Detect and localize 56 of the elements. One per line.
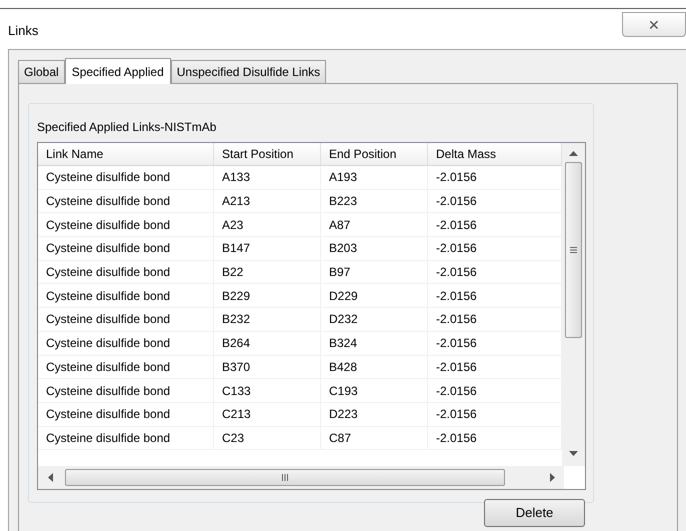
table-cell: B324 xyxy=(321,332,428,354)
table-cell: Cysteine disulfide bond xyxy=(38,308,214,331)
tab[interactable]: Global xyxy=(18,60,65,83)
tab[interactable]: Unspecified Disulfide Links xyxy=(170,60,326,83)
table-cell: A213 xyxy=(214,190,321,212)
delete-button[interactable]: Delete xyxy=(484,499,585,527)
table-cell: D223 xyxy=(321,402,428,426)
column-header[interactable]: Link Name xyxy=(38,143,214,165)
table-cell: B97 xyxy=(321,260,428,284)
horizontal-scrollbar[interactable] xyxy=(38,466,564,489)
table-cell: A87 xyxy=(321,213,428,236)
table-cell: B232 xyxy=(214,308,321,331)
table-cell: B147 xyxy=(214,237,321,260)
scroll-down-icon[interactable] xyxy=(569,451,578,456)
table-cell: Cysteine disulfide bond xyxy=(38,284,214,308)
table-cell: Cysteine disulfide bond xyxy=(38,166,214,189)
table-cell: C133 xyxy=(214,379,321,402)
scroll-up-icon[interactable] xyxy=(569,151,578,156)
table-cell: B264 xyxy=(214,332,321,354)
table-cell: A23 xyxy=(214,213,321,236)
table-cell: C213 xyxy=(214,402,321,426)
column-header[interactable]: Start Position xyxy=(214,143,321,165)
table-cell: Cysteine disulfide bond xyxy=(38,190,214,212)
table-cell: C23 xyxy=(214,426,321,450)
window-title: Links xyxy=(8,22,38,40)
table-cell: B22 xyxy=(214,260,321,284)
grip-icon xyxy=(570,247,577,253)
table-cell: Cysteine disulfide bond xyxy=(38,426,214,450)
table-cell: Cysteine disulfide bond xyxy=(38,213,214,236)
scrollbar-thumb[interactable] xyxy=(565,162,582,338)
table-cell: B370 xyxy=(214,356,321,378)
table-cell: B223 xyxy=(321,190,428,212)
scroll-right-icon[interactable] xyxy=(550,473,555,482)
table-cell: Cysteine disulfide bond xyxy=(38,237,214,260)
tab[interactable]: Specified Applied xyxy=(64,58,171,84)
table-cell: A133 xyxy=(214,166,321,189)
scrollbar-thumb[interactable] xyxy=(65,469,505,486)
table-cell: Cysteine disulfide bond xyxy=(38,260,214,284)
vertical-scrollbar[interactable] xyxy=(562,143,585,466)
group-title: Specified Applied Links-NISTmAb xyxy=(37,120,216,134)
table-cell: Cysteine disulfide bond xyxy=(38,402,214,426)
table-cell: B428 xyxy=(321,356,428,378)
table-cell: C87 xyxy=(321,426,428,450)
table-cell: Cysteine disulfide bond xyxy=(38,379,214,402)
table-cell: Cysteine disulfide bond xyxy=(38,332,214,354)
table-cell: Cysteine disulfide bond xyxy=(38,356,214,378)
column-header[interactable]: End Position xyxy=(321,143,428,165)
table-cell: D229 xyxy=(321,284,428,308)
table-cell: A193 xyxy=(321,166,428,189)
table-cell: C193 xyxy=(321,379,428,402)
table-cell: B229 xyxy=(214,284,321,308)
close-button[interactable]: ✕ xyxy=(622,12,686,37)
grip-icon xyxy=(282,474,288,481)
scroll-left-icon[interactable] xyxy=(48,473,53,482)
table-cell: D232 xyxy=(321,308,428,331)
table-cell: B203 xyxy=(321,237,428,260)
